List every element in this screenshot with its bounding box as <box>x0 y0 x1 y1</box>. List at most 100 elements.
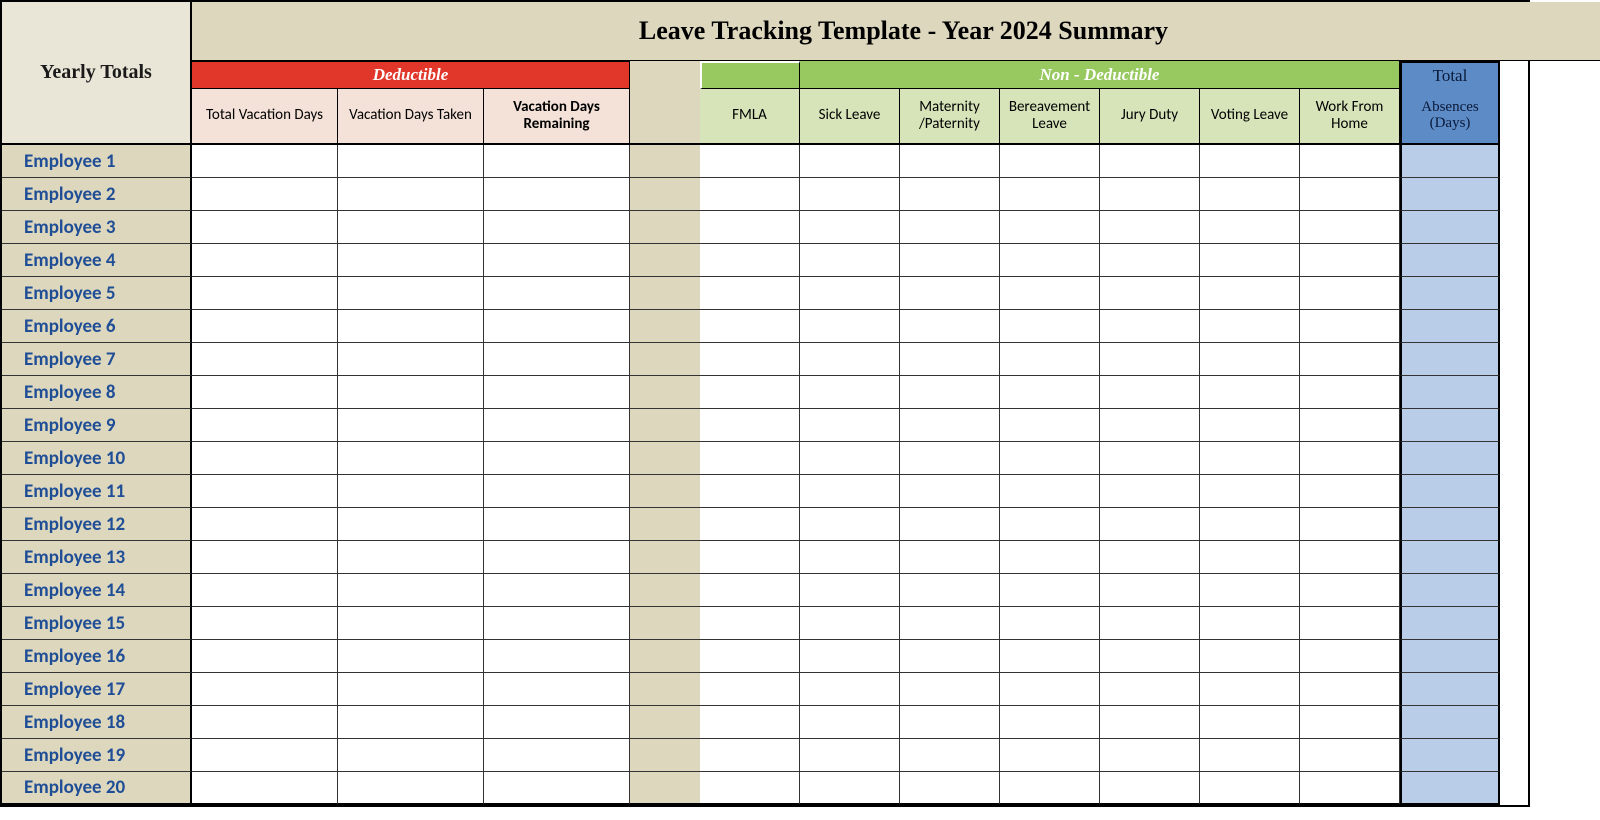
nondeductible-cell[interactable] <box>1100 211 1200 244</box>
nondeductible-cell[interactable] <box>1000 508 1100 541</box>
nondeductible-cell[interactable] <box>700 475 800 508</box>
total-absences-cell[interactable] <box>1400 673 1500 706</box>
deductible-cell[interactable] <box>192 409 338 442</box>
nondeductible-cell[interactable] <box>1100 442 1200 475</box>
employee-name-cell[interactable]: Employee 17 <box>2 673 192 706</box>
nondeductible-cell[interactable] <box>1200 376 1300 409</box>
nondeductible-cell[interactable] <box>1000 739 1100 772</box>
nondeductible-cell[interactable] <box>1100 145 1200 178</box>
nondeductible-cell[interactable] <box>700 508 800 541</box>
nondeductible-cell[interactable] <box>700 706 800 739</box>
deductible-cell[interactable] <box>484 772 630 805</box>
nondeductible-cell[interactable] <box>900 640 1000 673</box>
employee-name-cell[interactable]: Employee 4 <box>2 244 192 277</box>
nondeductible-cell[interactable] <box>700 574 800 607</box>
nondeductible-cell[interactable] <box>800 244 900 277</box>
nondeductible-cell[interactable] <box>1100 706 1200 739</box>
nondeductible-cell[interactable] <box>1100 409 1200 442</box>
employee-name-cell[interactable]: Employee 14 <box>2 574 192 607</box>
nondeductible-cell[interactable] <box>700 178 800 211</box>
nondeductible-cell[interactable] <box>1300 442 1400 475</box>
deductible-cell[interactable] <box>338 211 484 244</box>
deductible-cell[interactable] <box>338 343 484 376</box>
nondeductible-cell[interactable] <box>1100 640 1200 673</box>
nondeductible-cell[interactable] <box>900 475 1000 508</box>
nondeductible-cell[interactable] <box>800 409 900 442</box>
deductible-cell[interactable] <box>192 343 338 376</box>
nondeductible-cell[interactable] <box>1200 607 1300 640</box>
nondeductible-cell[interactable] <box>1100 673 1200 706</box>
nondeductible-cell[interactable] <box>1200 244 1300 277</box>
nondeductible-cell[interactable] <box>800 772 900 805</box>
deductible-cell[interactable] <box>338 145 484 178</box>
nondeductible-cell[interactable] <box>1000 673 1100 706</box>
deductible-cell[interactable] <box>192 442 338 475</box>
nondeductible-cell[interactable] <box>1100 343 1200 376</box>
nondeductible-cell[interactable] <box>1300 541 1400 574</box>
nondeductible-cell[interactable] <box>1100 607 1200 640</box>
nondeductible-cell[interactable] <box>700 145 800 178</box>
deductible-cell[interactable] <box>338 409 484 442</box>
employee-name-cell[interactable]: Employee 15 <box>2 607 192 640</box>
employee-name-cell[interactable]: Employee 1 <box>2 145 192 178</box>
employee-name-cell[interactable]: Employee 16 <box>2 640 192 673</box>
nondeductible-cell[interactable] <box>1200 178 1300 211</box>
deductible-cell[interactable] <box>338 442 484 475</box>
employee-name-cell[interactable]: Employee 6 <box>2 310 192 343</box>
deductible-cell[interactable] <box>192 640 338 673</box>
total-absences-cell[interactable] <box>1400 244 1500 277</box>
nondeductible-cell[interactable] <box>1100 178 1200 211</box>
nondeductible-cell[interactable] <box>800 706 900 739</box>
deductible-cell[interactable] <box>192 607 338 640</box>
nondeductible-cell[interactable] <box>900 145 1000 178</box>
nondeductible-cell[interactable] <box>800 475 900 508</box>
employee-name-cell[interactable]: Employee 7 <box>2 343 192 376</box>
nondeductible-cell[interactable] <box>900 376 1000 409</box>
nondeductible-cell[interactable] <box>1000 607 1100 640</box>
deductible-cell[interactable] <box>338 475 484 508</box>
nondeductible-cell[interactable] <box>1200 541 1300 574</box>
nondeductible-cell[interactable] <box>900 244 1000 277</box>
nondeductible-cell[interactable] <box>1200 310 1300 343</box>
employee-name-cell[interactable]: Employee 19 <box>2 739 192 772</box>
nondeductible-cell[interactable] <box>1200 673 1300 706</box>
nondeductible-cell[interactable] <box>1300 409 1400 442</box>
nondeductible-cell[interactable] <box>1300 640 1400 673</box>
deductible-cell[interactable] <box>484 310 630 343</box>
nondeductible-cell[interactable] <box>800 277 900 310</box>
total-absences-cell[interactable] <box>1400 376 1500 409</box>
nondeductible-cell[interactable] <box>700 442 800 475</box>
nondeductible-cell[interactable] <box>1000 640 1100 673</box>
deductible-cell[interactable] <box>192 739 338 772</box>
deductible-cell[interactable] <box>484 376 630 409</box>
nondeductible-cell[interactable] <box>1200 508 1300 541</box>
nondeductible-cell[interactable] <box>1100 244 1200 277</box>
nondeductible-cell[interactable] <box>1200 211 1300 244</box>
total-absences-cell[interactable] <box>1400 343 1500 376</box>
nondeductible-cell[interactable] <box>1300 574 1400 607</box>
nondeductible-cell[interactable] <box>1300 145 1400 178</box>
non-deductible-selected-cell[interactable] <box>700 61 800 89</box>
nondeductible-cell[interactable] <box>800 310 900 343</box>
nondeductible-cell[interactable] <box>1000 145 1100 178</box>
deductible-cell[interactable] <box>338 508 484 541</box>
deductible-cell[interactable] <box>192 475 338 508</box>
deductible-cell[interactable] <box>484 475 630 508</box>
nondeductible-cell[interactable] <box>800 145 900 178</box>
nondeductible-cell[interactable] <box>1100 508 1200 541</box>
employee-name-cell[interactable]: Employee 10 <box>2 442 192 475</box>
deductible-cell[interactable] <box>192 277 338 310</box>
nondeductible-cell[interactable] <box>1000 475 1100 508</box>
nondeductible-cell[interactable] <box>800 178 900 211</box>
total-absences-cell[interactable] <box>1400 739 1500 772</box>
employee-name-cell[interactable]: Employee 11 <box>2 475 192 508</box>
nondeductible-cell[interactable] <box>900 277 1000 310</box>
deductible-cell[interactable] <box>484 739 630 772</box>
nondeductible-cell[interactable] <box>800 673 900 706</box>
nondeductible-cell[interactable] <box>1300 178 1400 211</box>
deductible-cell[interactable] <box>484 244 630 277</box>
deductible-cell[interactable] <box>484 541 630 574</box>
deductible-cell[interactable] <box>192 772 338 805</box>
nondeductible-cell[interactable] <box>1000 244 1100 277</box>
nondeductible-cell[interactable] <box>700 376 800 409</box>
